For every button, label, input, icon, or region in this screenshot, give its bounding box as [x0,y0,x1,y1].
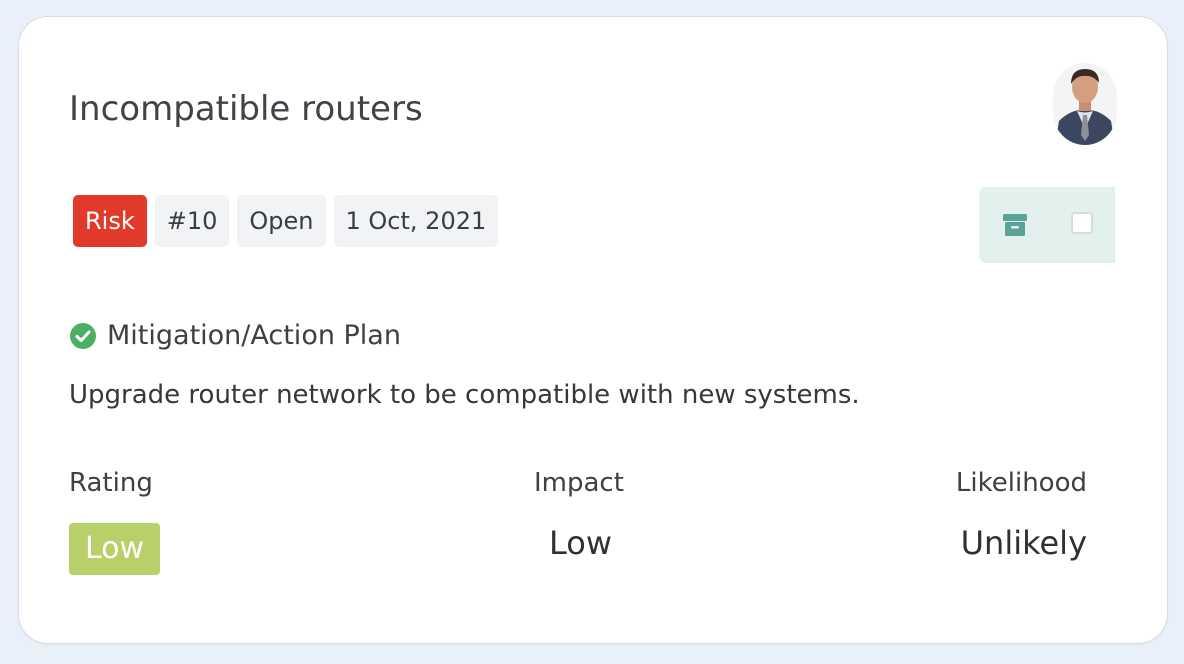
card-title: Incompatible routers [69,89,423,129]
tag-row: Risk #10 Open 1 Oct, 2021 [73,195,499,247]
rating-badge: Low [69,523,161,575]
rating-label: Rating [69,468,153,498]
assignee-avatar[interactable] [1053,63,1117,145]
archive-button[interactable] [999,211,1031,239]
check-circle-icon [69,322,97,350]
type-tag: Risk [73,195,147,247]
mitigation-text: Upgrade router network to be compatible … [69,380,860,410]
likelihood-value: Unlikely [960,524,1087,562]
likelihood-label: Likelihood [955,468,1087,498]
number-tag: #10 [154,195,230,247]
mitigation-header: Mitigation/Action Plan [69,319,401,353]
date-tag: 1 Oct, 2021 [333,195,499,247]
mitigation-label: Mitigation/Action Plan [107,320,401,351]
risk-card[interactable]: Incompatible routers Risk #10 Open 1 Oct… [18,16,1168,644]
impact-label: Impact [534,468,624,498]
status-tag: Open [237,195,326,247]
impact-value: Low [549,524,613,562]
person-avatar-icon [1053,63,1117,145]
select-checkbox[interactable] [1071,212,1093,234]
card-actions [979,187,1115,263]
archive-box-icon [1003,214,1027,236]
